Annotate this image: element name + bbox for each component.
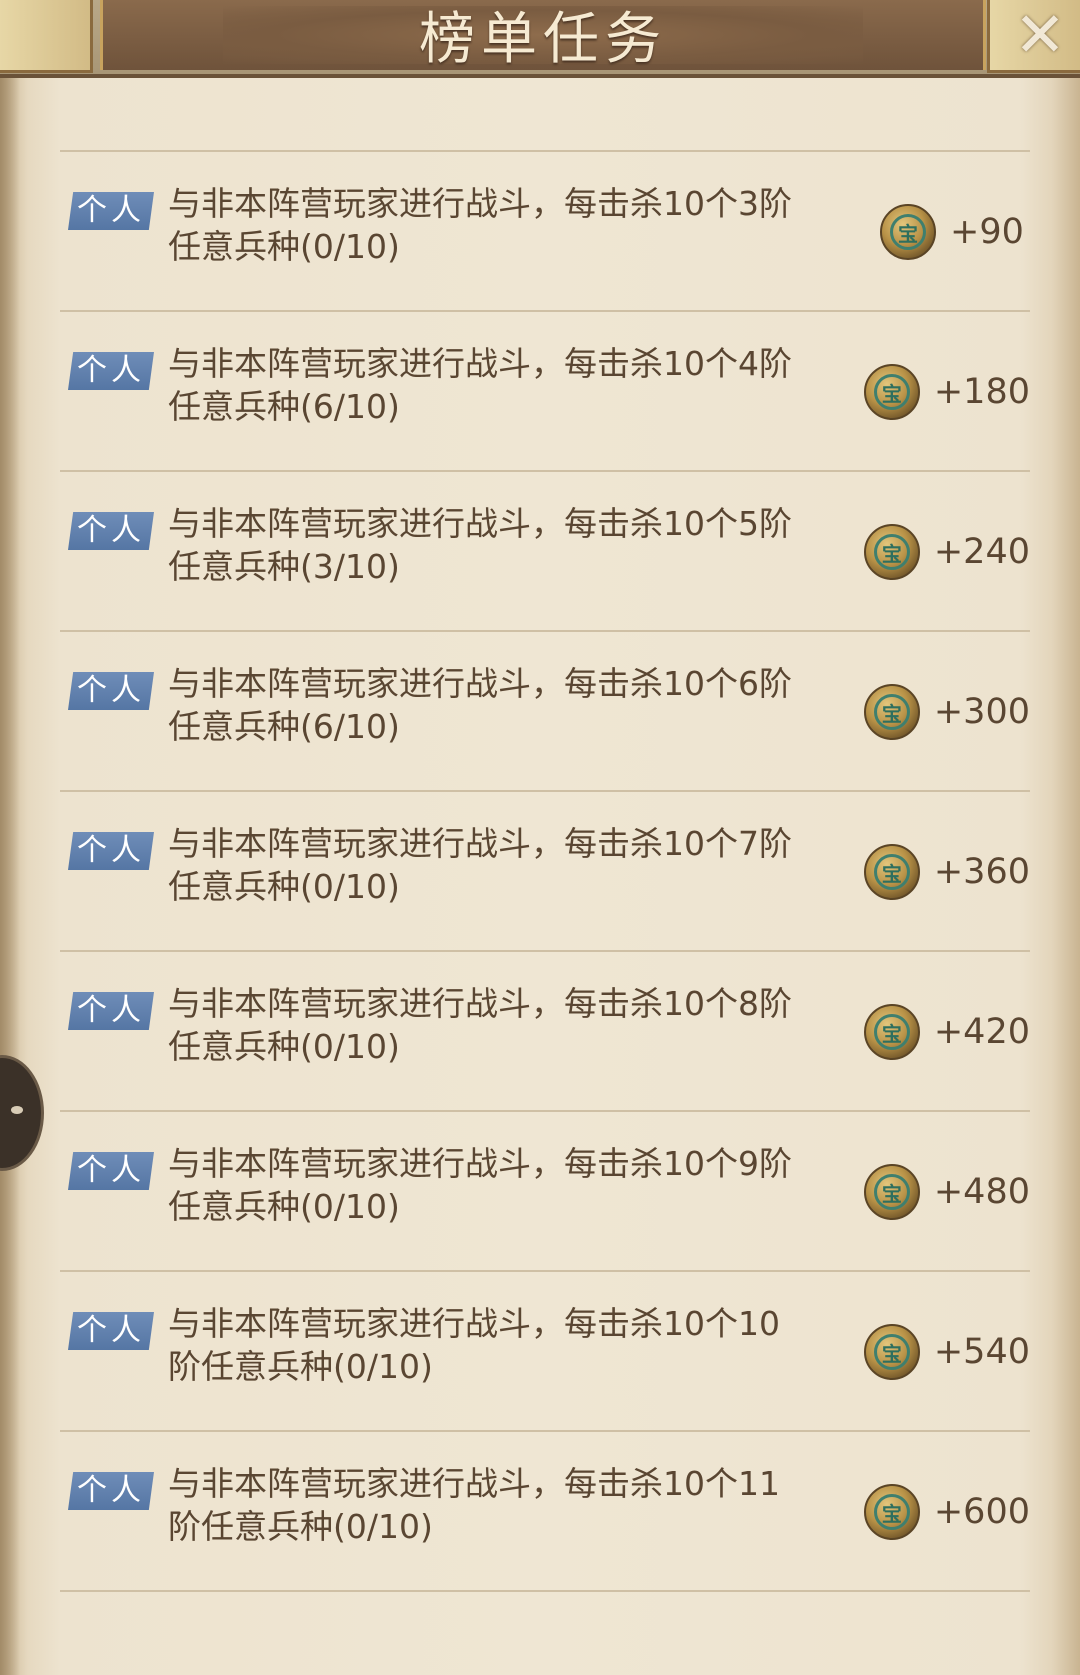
reward-amount: +540	[933, 1332, 1030, 1372]
reward-amount: +480	[933, 1172, 1030, 1212]
panel-edge	[0, 74, 20, 1675]
task-reward: 宝 +600	[863, 1484, 1030, 1540]
personal-tag: 个人	[68, 1152, 154, 1190]
coin-icon: 宝	[863, 684, 920, 740]
task-row[interactable]: 个人 与非本阵营玩家进行战斗，每击杀10个9阶任意兵种(0/10) 宝 +480	[60, 1112, 1030, 1272]
task-row[interactable]: 个人 与非本阵营玩家进行战斗，每击杀10个4阶任意兵种(6/10) 宝 +180	[60, 312, 1030, 472]
reward-amount: +600	[933, 1492, 1030, 1532]
task-reward: 宝 +240	[863, 524, 1030, 580]
task-reward: 宝 +180	[863, 364, 1030, 420]
coin-icon: 宝	[863, 524, 920, 580]
task-reward: 宝 +90	[880, 204, 1030, 260]
personal-tag: 个人	[68, 1472, 154, 1510]
coin-icon: 宝	[863, 1484, 920, 1540]
personal-tag: 个人	[68, 192, 154, 230]
close-button[interactable]: ✕	[1000, 0, 1080, 70]
task-reward: 宝 +360	[863, 844, 1030, 900]
close-icon: ✕	[1014, 0, 1066, 71]
personal-tag: 个人	[68, 512, 154, 550]
reward-amount: +360	[933, 852, 1030, 892]
banner-ornament-left	[0, 0, 93, 73]
task-reward: 宝 +480	[863, 1164, 1030, 1220]
task-row[interactable]: 个人 与非本阵营玩家进行战斗，每击杀10个3阶任意兵种(0/10) 宝 +90	[60, 152, 1030, 312]
task-row[interactable]: 个人 与非本阵营玩家进行战斗，每击杀10个8阶任意兵种(0/10) 宝 +420	[60, 952, 1030, 1112]
reward-amount: +240	[933, 532, 1030, 572]
reward-amount: +420	[933, 1012, 1030, 1052]
personal-tag: 个人	[68, 352, 154, 390]
task-reward: 宝 +420	[863, 1004, 1030, 1060]
task-description: 与非本阵营玩家进行战斗，每击杀10个8阶任意兵种(0/10)	[168, 984, 792, 1066]
coin-icon: 宝	[863, 364, 920, 420]
task-description: 与非本阵营玩家进行战斗，每击杀10个10阶任意兵种(0/10)	[168, 1304, 780, 1386]
reward-amount: +90	[950, 212, 1024, 252]
header-banner: 榜单任务 ✕	[0, 0, 1080, 78]
task-description: 与非本阵营玩家进行战斗，每击杀10个3阶任意兵种(0/10)	[168, 184, 792, 266]
coin-icon: 宝	[880, 204, 936, 260]
page-title: 榜单任务	[419, 7, 667, 72]
task-reward: 宝 +540	[863, 1324, 1030, 1380]
banner-band: 榜单任务	[100, 0, 986, 72]
task-description: 与非本阵营玩家进行战斗，每击杀10个9阶任意兵种(0/10)	[168, 1144, 792, 1226]
coin-icon: 宝	[863, 1164, 920, 1220]
coin-icon: 宝	[863, 1324, 920, 1380]
task-description: 与非本阵营玩家进行战斗，每击杀10个7阶任意兵种(0/10)	[168, 824, 792, 906]
coin-icon: 宝	[863, 844, 920, 900]
personal-tag: 个人	[68, 832, 154, 870]
reward-amount: +300	[933, 692, 1030, 732]
coin-icon: 宝	[863, 1004, 920, 1060]
personal-tag: 个人	[68, 1312, 154, 1350]
personal-tag: 个人	[68, 992, 154, 1030]
task-row[interactable]: 个人 与非本阵营玩家进行战斗，每击杀10个5阶任意兵种(3/10) 宝 +240	[60, 472, 1030, 632]
task-row[interactable]: 个人 与非本阵营玩家进行战斗，每击杀10个11阶任意兵种(0/10) 宝 +600	[60, 1432, 1030, 1592]
task-list[interactable]: 个人 与非本阵营玩家进行战斗，每击杀10个3阶任意兵种(0/10) 宝 +90 个人 与非…	[60, 152, 1030, 1592]
task-description: 与非本阵营玩家进行战斗，每击杀10个5阶任意兵种(3/10)	[168, 504, 792, 586]
task-description: 与非本阵营玩家进行战斗，每击杀10个4阶任意兵种(6/10)	[168, 344, 792, 426]
task-row[interactable]: 个人 与非本阵营玩家进行战斗，每击杀10个6阶任意兵种(6/10) 宝 +300	[60, 632, 1030, 792]
reward-amount: +180	[933, 372, 1030, 412]
personal-tag: 个人	[68, 672, 154, 710]
task-row[interactable]: 个人 与非本阵营玩家进行战斗，每击杀10个10阶任意兵种(0/10) 宝 +540	[60, 1272, 1030, 1432]
task-row[interactable]: 个人 与非本阵营玩家进行战斗，每击杀10个7阶任意兵种(0/10) 宝 +360	[60, 792, 1030, 952]
task-description: 与非本阵营玩家进行战斗，每击杀10个6阶任意兵种(6/10)	[168, 664, 792, 746]
task-description: 与非本阵营玩家进行战斗，每击杀10个11阶任意兵种(0/10)	[168, 1464, 780, 1546]
task-reward: 宝 +300	[863, 684, 1030, 740]
